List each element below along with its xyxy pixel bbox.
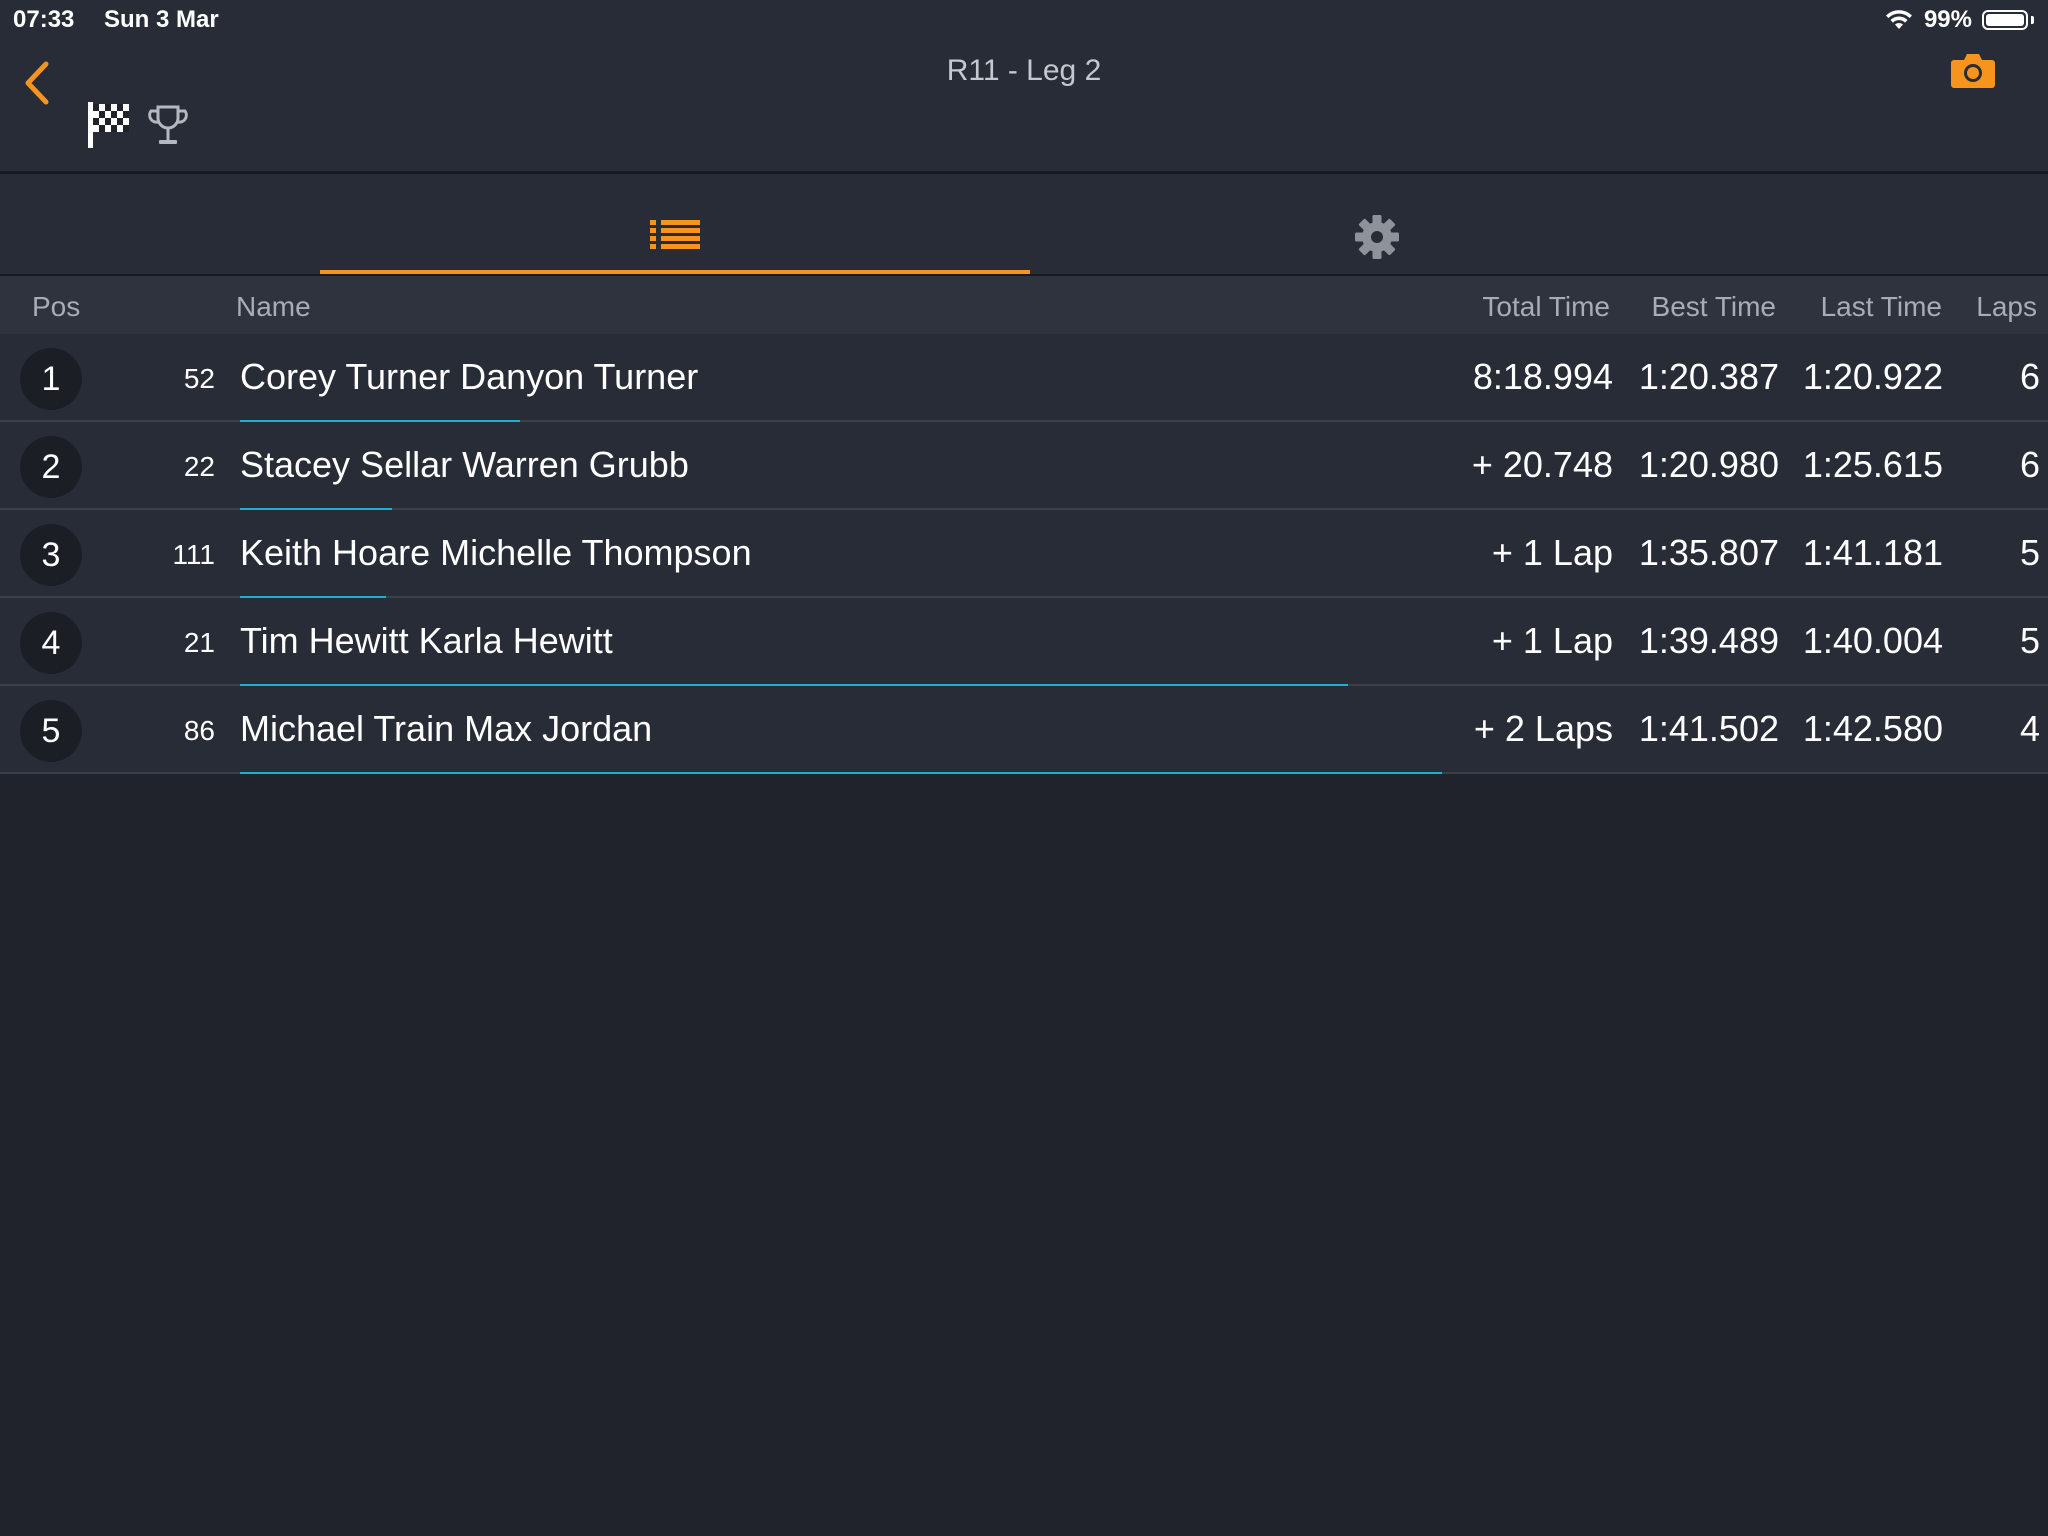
tab-settings[interactable] xyxy=(1022,174,1732,274)
tab-bar xyxy=(0,174,2048,276)
total-time: + 1 Lap xyxy=(1491,620,1613,661)
laps-count: 5 xyxy=(2019,620,2040,661)
gear-icon xyxy=(1355,215,1399,259)
car-number: 21 xyxy=(183,627,215,658)
active-tab-indicator xyxy=(320,270,1030,274)
lap-progress-bar xyxy=(240,772,1442,774)
driver-name: Stacey Sellar Warren Grubb xyxy=(240,444,689,485)
camera-button[interactable] xyxy=(1950,50,1996,90)
car-number: 22 xyxy=(183,451,215,482)
best-time: 1:20.387 xyxy=(1638,356,1779,397)
last-time: 1:40.004 xyxy=(1802,620,1943,661)
column-header-best-time[interactable]: Best Time xyxy=(1652,291,1776,323)
last-time: 1:41.181 xyxy=(1802,532,1943,573)
driver-name: Tim Hewitt Karla Hewitt xyxy=(240,620,613,661)
total-time: 8:18.994 xyxy=(1472,356,1613,397)
table-row[interactable]: 1 52 Corey Turner Danyon Turner 8:18.994… xyxy=(0,334,2048,422)
trophy-icon xyxy=(148,105,188,144)
column-header-laps[interactable]: Laps xyxy=(1976,291,2037,323)
position-badge: 1 xyxy=(20,348,82,410)
wifi-icon xyxy=(1885,10,1912,29)
total-time: + 20.748 xyxy=(1471,444,1613,485)
table-row[interactable]: 5 86 Michael Train Max Jordan + 2 Laps 1… xyxy=(0,686,2048,774)
camera-icon xyxy=(1951,54,1995,88)
battery-fill xyxy=(1986,14,2024,26)
laps-count: 6 xyxy=(2019,356,2040,397)
best-time: 1:41.502 xyxy=(1638,708,1779,749)
battery-icon xyxy=(1982,10,2028,30)
driver-name: Michael Train Max Jordan xyxy=(240,708,653,749)
battery-nub xyxy=(2031,16,2034,24)
results-table: 1 52 Corey Turner Danyon Turner 8:18.994… xyxy=(0,334,2048,774)
position-badge: 2 xyxy=(20,436,82,498)
status-time: 07:33 xyxy=(13,6,75,33)
last-time: 1:20.922 xyxy=(1802,356,1943,397)
position-badge: 5 xyxy=(20,700,82,762)
status-date: Sun 3 Mar xyxy=(104,6,219,33)
status-bar: 07:33 Sun 3 Mar 99% xyxy=(0,0,2048,40)
header-bar: 07:33 Sun 3 Mar 99% R11 - Leg 2 xyxy=(0,0,2048,174)
driver-name: Keith Hoare Michelle Thompson xyxy=(240,532,752,573)
total-time: + 1 Lap xyxy=(1491,532,1613,573)
trophy-button[interactable] xyxy=(148,104,188,148)
checkered-flag-icon xyxy=(88,102,129,148)
laps-count: 5 xyxy=(2019,532,2040,573)
best-time: 1:20.980 xyxy=(1638,444,1779,485)
table-row[interactable]: 3 111 Keith Hoare Michelle Thompson + 1 … xyxy=(0,510,2048,598)
car-number: 52 xyxy=(183,363,215,394)
list-icon xyxy=(650,220,700,249)
status-indicators: 99% xyxy=(1884,6,2034,34)
car-number: 111 xyxy=(172,539,215,570)
last-time: 1:42.580 xyxy=(1802,708,1943,749)
column-header-total-time[interactable]: Total Time xyxy=(1482,291,1610,323)
table-header: Pos Name Total Time Best Time Last Time … xyxy=(0,276,2048,334)
battery-percent: 99% xyxy=(1923,6,1972,33)
column-header-pos[interactable]: Pos xyxy=(32,291,80,323)
table-row[interactable]: 4 21 Tim Hewitt Karla Hewitt + 1 Lap 1:3… xyxy=(0,598,2048,686)
position-badge: 3 xyxy=(20,524,82,586)
car-number: 86 xyxy=(183,715,215,746)
laps-count: 4 xyxy=(2019,708,2040,749)
page-title: R11 - Leg 2 xyxy=(946,54,1102,87)
column-header-last-time[interactable]: Last Time xyxy=(1821,291,1942,323)
total-time: + 2 Laps xyxy=(1473,708,1613,749)
driver-name: Corey Turner Danyon Turner xyxy=(240,356,699,397)
column-header-name[interactable]: Name xyxy=(236,291,311,323)
checkered-flag-button[interactable] xyxy=(86,100,132,150)
best-time: 1:35.807 xyxy=(1638,532,1779,573)
tab-list[interactable] xyxy=(320,174,1030,274)
position-badge: 4 xyxy=(20,612,82,674)
best-time: 1:39.489 xyxy=(1638,620,1779,661)
table-row[interactable]: 2 22 Stacey Sellar Warren Grubb + 20.748… xyxy=(0,422,2048,510)
last-time: 1:25.615 xyxy=(1802,444,1943,485)
laps-count: 6 xyxy=(2019,444,2040,485)
